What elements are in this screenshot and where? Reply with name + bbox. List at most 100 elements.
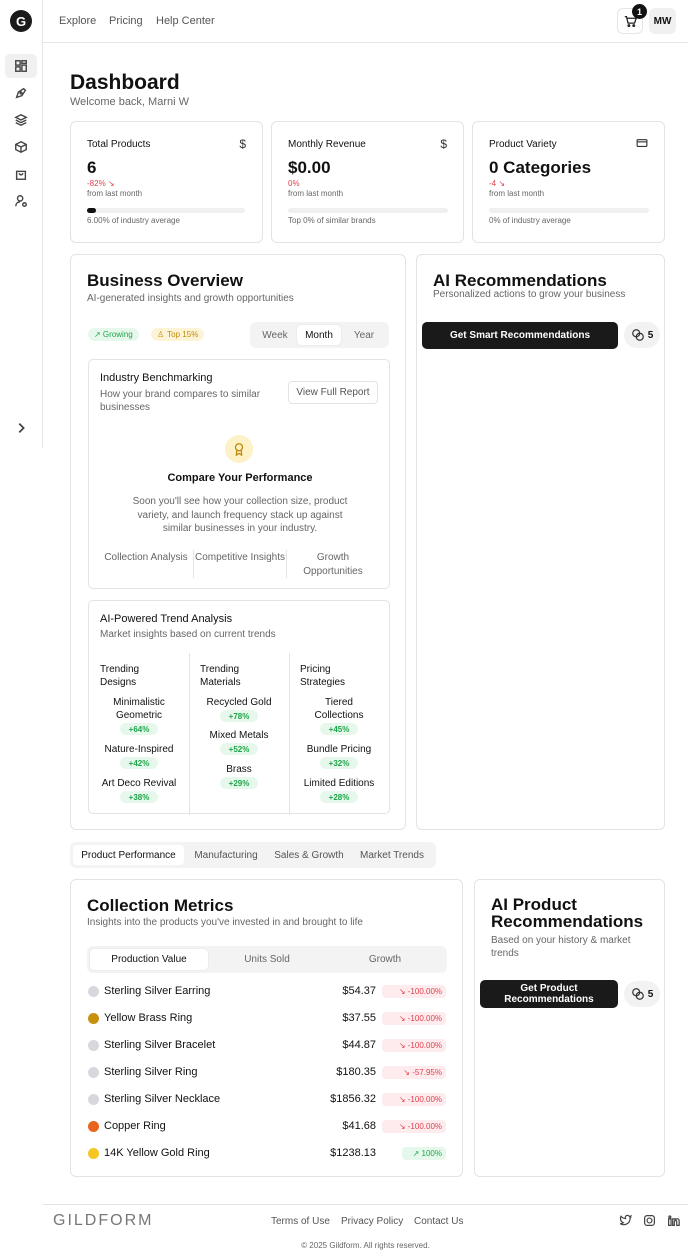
layers-icon	[14, 113, 28, 127]
top-percent-badge: ♙ Top 15%	[151, 328, 205, 341]
metric-row[interactable]: Sterling Silver Ring $180.35 ↘ -57.95%	[88, 1064, 446, 1082]
trend-item: Art Deco Revival	[101, 778, 177, 789]
trend-subtitle: Market insights based on current trends	[100, 629, 276, 640]
stat-title: Total Products	[87, 139, 151, 150]
overview-subtitle: AI-generated insights and growth opportu…	[87, 293, 294, 304]
stat-change: -4 ↘	[489, 179, 506, 188]
segment-production-value[interactable]: Production Value	[90, 949, 208, 970]
tab-sales-growth[interactable]: Sales & Growth	[268, 845, 350, 865]
nav-explore[interactable]: Explore	[59, 15, 96, 27]
trend-change-badge: +52%	[220, 743, 258, 755]
trend-item: Minimalistic Geometric	[113, 697, 165, 721]
trend-col-designs: Trending Designs	[100, 664, 140, 688]
linkedin-icon[interactable]	[667, 1214, 680, 1230]
stat-sub: from last month	[87, 189, 143, 198]
color-dot	[88, 1094, 99, 1105]
copyright: © 2025 Gildform. All rights reserved.	[301, 1241, 430, 1250]
metric-change-badge: ↘ -57.95%	[382, 1066, 446, 1079]
sidebar-item-collections[interactable]	[5, 108, 37, 132]
metric-row[interactable]: Copper Ring $41.68 ↘ -100.00%	[88, 1118, 446, 1136]
trend-change-badge: +45%	[320, 723, 358, 735]
trend-item: Nature-Inspired	[104, 744, 174, 755]
segment-units-sold[interactable]: Units Sold	[208, 949, 326, 970]
period-selector: Week Month Year	[250, 322, 389, 348]
user-avatar[interactable]: MW	[649, 8, 676, 34]
growing-badge: ↗ Growing	[88, 328, 139, 341]
box-icon	[15, 140, 27, 154]
period-week[interactable]: Week	[253, 325, 297, 345]
credit-card-icon	[636, 137, 648, 152]
metric-row[interactable]: Yellow Brass Ring $37.55 ↘ -100.00%	[88, 1010, 446, 1028]
ai-recommendations-card: AI Recommendations Personalized actions …	[416, 254, 665, 830]
pen-tool-icon	[15, 87, 27, 99]
metric-change-badge: ↘ -100.00%	[382, 1039, 446, 1052]
metric-row[interactable]: Sterling Silver Bracelet $44.87 ↘ -100.00%	[88, 1037, 446, 1055]
metric-row[interactable]: 14K Yellow Gold Ring $1238.13 ↗ 100%	[88, 1145, 446, 1163]
trend-item: Bundle Pricing	[306, 744, 372, 755]
sidebar-item-orders[interactable]	[5, 162, 37, 186]
user-search-icon	[15, 195, 27, 207]
sidebar-item-account[interactable]	[5, 189, 37, 213]
ai-product-recs-card: AI Product Recommendations Based on your…	[474, 879, 665, 1177]
footer-privacy-link[interactable]: Privacy Policy	[341, 1216, 403, 1227]
tab-product-performance[interactable]: Product Performance	[73, 845, 184, 865]
metric-product-name: Yellow Brass Ring	[104, 1012, 193, 1024]
view-full-report-button[interactable]: View Full Report	[288, 381, 378, 404]
overview-title: Business Overview	[87, 271, 243, 290]
stat-card-product-variety: Product Variety 0 Categories -4 ↘ from l…	[472, 121, 665, 243]
metrics-title: Collection Metrics	[87, 896, 234, 915]
trend-item: Recycled Gold	[206, 697, 272, 708]
footer-wordmark[interactable]: GILDFORM	[53, 1212, 153, 1230]
stat-card-total-products: Total Products $ 6 -82% ↘ from last mont…	[70, 121, 263, 243]
twitter-icon[interactable]	[619, 1214, 632, 1230]
footer-terms-link[interactable]: Terms of Use	[271, 1216, 330, 1227]
nav-pricing[interactable]: Pricing	[109, 15, 143, 27]
metric-product-name: Sterling Silver Necklace	[104, 1093, 221, 1105]
metrics-subtitle: Insights into the products you've invest…	[87, 917, 363, 928]
metric-row[interactable]: Sterling Silver Necklace $1856.32 ↘ -100.0…	[88, 1091, 446, 1109]
metric-product-name: Sterling Silver Bracelet	[104, 1039, 216, 1051]
metric-change-badge: ↗ 100%	[402, 1147, 446, 1160]
feature-collection-analysis: Collection Analysis	[104, 552, 188, 563]
award-icon: ♙	[157, 330, 165, 339]
sidebar-item-design[interactable]	[5, 81, 37, 105]
color-dot	[88, 1040, 99, 1051]
trend-change-badge: +78%	[220, 710, 258, 722]
feature-growth-opportunities: Growth Opportunities	[303, 552, 363, 577]
segment-growth[interactable]: Growth	[326, 949, 444, 970]
compare-text: Soon you'll see how your collection size…	[132, 496, 348, 534]
award-icon	[225, 435, 253, 463]
metric-change-badge: ↘ -100.00%	[382, 1120, 446, 1133]
top-percent-label: Top 15%	[167, 330, 199, 339]
color-dot	[88, 1067, 99, 1078]
sidebar-item-dashboard[interactable]	[5, 54, 37, 78]
trend-item: Mixed Metals	[209, 730, 269, 741]
trend-analysis-panel: AI-Powered Trend Analysis Market insight…	[88, 600, 390, 815]
brand-logo[interactable]: G	[10, 10, 32, 32]
trend-change-badge: +29%	[220, 777, 258, 789]
get-product-recommendations-button[interactable]: Get Product Recommendations	[480, 980, 618, 1008]
tab-manufacturing[interactable]: Manufacturing	[185, 845, 267, 865]
nav-help-center[interactable]: Help Center	[156, 15, 215, 27]
benchmarking-panel: Industry Benchmarking How your brand com…	[88, 359, 390, 589]
dollar-icon: $	[440, 137, 447, 151]
color-dot	[88, 1148, 99, 1159]
progress-bar	[288, 208, 448, 213]
tab-market-trends[interactable]: Market Trends	[351, 845, 433, 865]
metric-value: $37.55	[342, 1012, 376, 1024]
stat-value: 6	[87, 158, 97, 177]
metric-product-name: Copper Ring	[104, 1120, 166, 1132]
instagram-icon[interactable]	[643, 1214, 656, 1230]
footer-contact-link[interactable]: Contact Us	[414, 1216, 463, 1227]
get-smart-recommendations-button[interactable]: Get Smart Recommendations	[422, 322, 618, 349]
sidebar-expand-button[interactable]	[5, 416, 37, 440]
progress-bar	[489, 208, 649, 213]
period-month[interactable]: Month	[297, 325, 341, 345]
period-year[interactable]: Year	[342, 325, 386, 345]
cart-count-badge: 1	[632, 4, 647, 19]
sidebar-item-products[interactable]	[5, 135, 37, 159]
business-overview-card: Business Overview AI-generated insights …	[70, 254, 406, 830]
stat-sub: from last month	[288, 189, 344, 198]
color-dot	[88, 986, 99, 997]
metric-row[interactable]: Sterling Silver Earring $54.37 ↘ -100.00%	[88, 983, 446, 1001]
